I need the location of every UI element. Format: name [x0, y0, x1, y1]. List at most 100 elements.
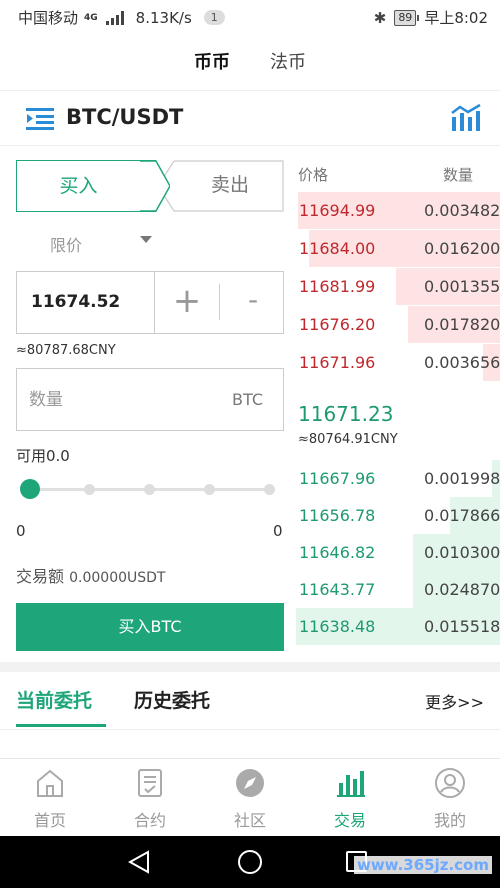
network-type: 4G — [84, 12, 98, 23]
ask-price[interactable]: 11671.96 — [299, 353, 375, 372]
slider-knob[interactable] — [20, 479, 40, 499]
bid-row[interactable]: 11638.48 0.015518 — [292, 608, 500, 645]
nav-trade[interactable]: 交易 — [300, 759, 400, 837]
ask-row[interactable]: 11694.99 0.003482 — [292, 192, 500, 229]
ask-row[interactable]: 11676.20 0.017820 — [292, 306, 500, 343]
contract-icon — [138, 769, 162, 797]
slider-step-75[interactable] — [204, 484, 215, 495]
home-icon — [37, 769, 63, 797]
pair-header: BTC/USDT — [0, 90, 500, 146]
notification-badge: 1 — [203, 10, 225, 25]
buy-btc-button[interactable]: 买入BTC — [16, 603, 284, 651]
price-field[interactable]: 11674.52 + - — [16, 271, 284, 334]
bid-price[interactable]: 11638.48 — [299, 617, 375, 636]
status-bar: 中国移动 4G 8.13K/s 1 ✱ 89 早上8:02 — [0, 0, 500, 34]
ask-qty: 0.003482 — [424, 201, 500, 220]
ask-row[interactable]: 11671.96 0.003656 — [292, 344, 500, 381]
bid-row[interactable]: 11646.82 0.010300 — [292, 534, 500, 571]
last-price[interactable]: 11671.23 — [298, 402, 393, 426]
signal-icon — [105, 10, 124, 25]
slider-step-100[interactable] — [264, 484, 275, 495]
clock: 早上8:02 — [424, 9, 488, 27]
bid-qty: 0.015518 — [424, 617, 500, 636]
dropdown-arrow-icon[interactable] — [140, 236, 152, 243]
ask-row[interactable]: 11684.00 0.016200 — [292, 230, 500, 267]
nav-label: 我的 — [433, 811, 466, 830]
back-icon[interactable] — [128, 850, 150, 874]
bid-row[interactable]: 11667.96 0.001998 — [292, 460, 500, 497]
bluetooth-icon: ✱ — [373, 8, 387, 27]
ask-qty: 0.016200 — [424, 239, 500, 258]
bid-qty: 0.010300 — [424, 543, 500, 562]
nav-label: 社区 — [233, 811, 266, 830]
pair-symbol[interactable]: BTC/USDT — [66, 105, 183, 129]
nav-community[interactable]: 社区 — [200, 759, 300, 837]
ask-qty: 0.003656 — [424, 353, 500, 372]
buy-sell-switch: 买入 卖出 — [16, 160, 284, 212]
price-minus-button[interactable]: - — [221, 272, 285, 333]
bid-qty: 0.017866 — [424, 506, 500, 525]
menu-expand-icon[interactable] — [26, 107, 54, 131]
available-balance: 可用0.0 — [16, 447, 70, 465]
bid-qty: 0.001998 — [424, 469, 500, 488]
active-tab-indicator — [16, 724, 106, 727]
turnover: 交易额 0.00000USDT — [16, 563, 165, 587]
more-orders-link[interactable]: 更多>> — [425, 689, 484, 713]
orderbook-qty-header: 数量 — [443, 166, 474, 184]
tab-fiat[interactable]: 法币 — [270, 48, 306, 74]
nav-label: 交易 — [333, 811, 366, 830]
ask-qty: 0.001355 — [424, 277, 500, 296]
nav-label: 合约 — [133, 811, 166, 830]
slider-max-label: 0 — [273, 522, 283, 540]
price-value[interactable]: 11674.52 — [31, 292, 120, 312]
quantity-field[interactable]: BTC — [16, 368, 284, 431]
ask-price[interactable]: 11684.00 — [299, 239, 375, 258]
ask-price[interactable]: 11676.20 — [299, 315, 375, 334]
bid-row[interactable]: 11656.78 0.017866 — [292, 497, 500, 534]
carrier-label: 中国移动 — [18, 9, 79, 27]
system-nav-bar: www.365jz.com — [0, 836, 500, 888]
tab-current-orders[interactable]: 当前委托 — [16, 686, 92, 713]
last-price-cny: ≈80764.91CNY — [298, 432, 398, 447]
slider-step-50[interactable] — [144, 484, 155, 495]
sell-tab[interactable]: 卖出 — [158, 160, 284, 212]
profile-icon — [435, 768, 465, 798]
tab-coin[interactable]: 币币 — [194, 48, 230, 74]
bid-price[interactable]: 11646.82 — [299, 543, 375, 562]
market-type-tabs: 币币 法币 — [0, 44, 500, 84]
buy-tab[interactable]: 买入 — [16, 160, 156, 212]
slider-step-25[interactable] — [84, 484, 95, 495]
quantity-input[interactable] — [29, 387, 209, 413]
nav-profile[interactable]: 我的 — [400, 759, 500, 837]
bid-price[interactable]: 11643.77 — [299, 580, 375, 599]
orders-tabs: 当前委托 历史委托 更多>> — [0, 672, 500, 730]
price-cny-estimate: ≈80787.68CNY — [16, 343, 116, 358]
bottom-nav: 首页 合约 社区 交易 我的 — [0, 758, 500, 836]
turnover-label: 交易额 — [16, 567, 65, 586]
ask-row[interactable]: 11681.99 0.001355 — [292, 268, 500, 305]
bid-price[interactable]: 11656.78 — [299, 506, 375, 525]
slider-min-label: 0 — [16, 522, 26, 540]
tab-history-orders[interactable]: 历史委托 — [134, 686, 210, 713]
quantity-unit: BTC — [232, 390, 263, 409]
bid-qty: 0.024870 — [424, 580, 500, 599]
bid-row[interactable]: 11643.77 0.024870 — [292, 571, 500, 608]
stepper-divider — [219, 284, 220, 320]
price-plus-button[interactable]: + — [155, 272, 219, 333]
amount-slider[interactable] — [20, 477, 276, 501]
section-divider — [0, 662, 500, 672]
trade-icon — [337, 771, 365, 797]
network-speed: 8.13K/s — [135, 8, 192, 27]
order-type-select[interactable]: 限价 — [50, 232, 82, 256]
turnover-value: 0.00000USDT — [69, 570, 166, 586]
nav-contract[interactable]: 合约 — [100, 759, 200, 837]
bid-price[interactable]: 11667.96 — [299, 469, 375, 488]
ask-price[interactable]: 11694.99 — [299, 201, 375, 220]
nav-label: 首页 — [33, 811, 66, 830]
ask-price[interactable]: 11681.99 — [299, 277, 375, 296]
kline-chart-icon[interactable] — [450, 103, 482, 133]
ask-qty: 0.017820 — [424, 315, 500, 334]
home-button-icon[interactable] — [238, 850, 262, 874]
nav-home[interactable]: 首页 — [0, 759, 100, 837]
battery-icon: 89 — [394, 9, 420, 26]
